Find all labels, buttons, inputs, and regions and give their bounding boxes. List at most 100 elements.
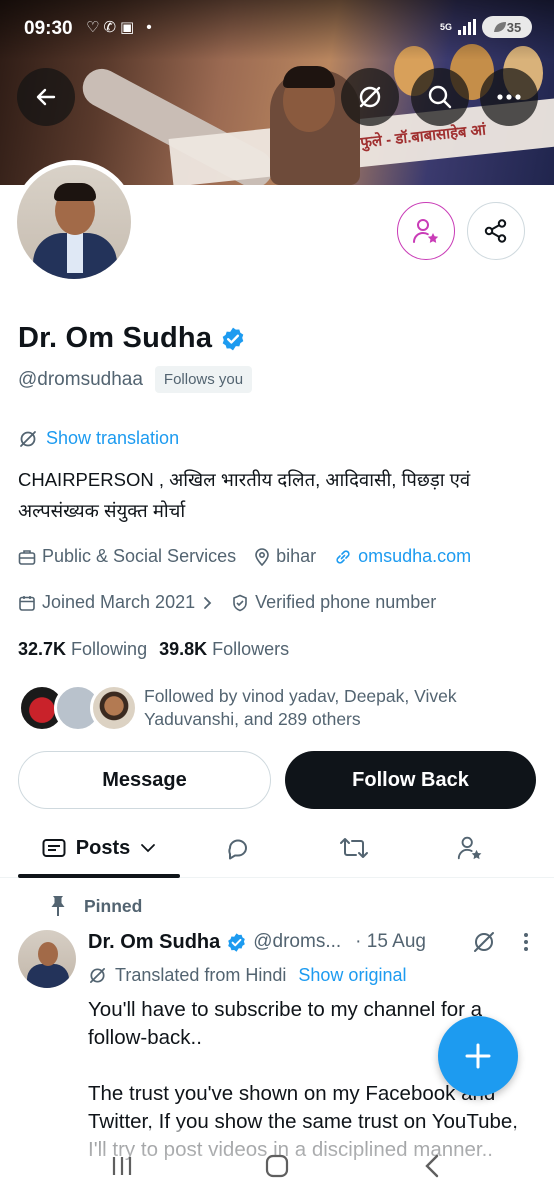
- search-button[interactable]: [411, 68, 469, 126]
- followed-by-text: Followed by vinod yadav, Deepak, Vivek Y…: [144, 686, 457, 729]
- tab-replies[interactable]: [208, 818, 268, 878]
- show-translation-link[interactable]: Show translation: [18, 428, 179, 449]
- grok-icon[interactable]: [472, 930, 496, 954]
- verified-phone-item: Verified phone number: [231, 592, 436, 613]
- system-nav-bar: [0, 1140, 554, 1192]
- profile-avatar[interactable]: [12, 160, 136, 284]
- avatar-suit: [27, 964, 69, 988]
- followers-stat[interactable]: 39.8K Followers: [159, 639, 289, 660]
- avatar-shirt: [67, 233, 83, 273]
- verified-badge-icon: [228, 932, 246, 952]
- status-time: 09:30: [24, 18, 73, 39]
- chevron-left-icon: [425, 1154, 439, 1178]
- show-original-link[interactable]: Show original: [298, 965, 406, 986]
- avatar-face: [38, 942, 58, 966]
- joined-item[interactable]: Joined March 2021: [18, 592, 213, 613]
- post-timestamp[interactable]: · 15 Aug: [355, 931, 426, 953]
- translated-from-text: Translated from Hindi: [115, 965, 287, 985]
- notification-icons: ♡✆▣ •: [86, 19, 156, 36]
- joined-text: Joined March 2021: [42, 592, 196, 612]
- battery-indicator: 35: [482, 16, 532, 38]
- profile-handle: @dromsudhaa: [18, 368, 143, 390]
- chevron-down-icon: [141, 844, 156, 853]
- follower-avatars: [18, 684, 138, 732]
- system-back-button[interactable]: [412, 1148, 452, 1184]
- avatar-image: [17, 165, 131, 279]
- message-button[interactable]: Message: [18, 751, 271, 809]
- compose-plus-icon: [465, 1043, 491, 1069]
- subscribe-icon: [413, 219, 439, 243]
- status-bar: 09:30 ♡✆▣ • 5G 35: [0, 0, 554, 58]
- post-author-handle: @droms...: [253, 931, 342, 952]
- following-stat[interactable]: 32.7K Following: [18, 639, 147, 660]
- home-icon: [265, 1154, 289, 1178]
- share-icon: [484, 219, 507, 243]
- tab-posts[interactable]: Posts: [18, 818, 180, 878]
- profile-handle-row: @dromsudhaa Follows you: [18, 366, 253, 393]
- chevron-right-icon: [204, 596, 212, 609]
- show-translation-label: Show translation: [46, 428, 180, 448]
- tab-reposts[interactable]: [324, 818, 384, 878]
- back-arrow-icon: [36, 88, 56, 106]
- followed-by[interactable]: Followed by vinod yadav, Deepak, Vivek Y…: [18, 684, 524, 732]
- location-icon: [255, 547, 269, 566]
- grok-icon: [359, 86, 381, 108]
- avatar-hair: [54, 183, 96, 201]
- more-icon: [497, 94, 521, 100]
- tab-posts-label: Posts: [75, 836, 131, 859]
- translation-row: Translated from Hindi Show original: [88, 965, 406, 986]
- shield-check-icon: [233, 594, 247, 611]
- location-text: bihar: [276, 546, 317, 566]
- follows-you-badge: Follows you: [154, 366, 253, 393]
- recents-button[interactable]: [102, 1148, 142, 1184]
- following-count: 32.7K: [18, 639, 67, 659]
- website-text: omsudha.com: [358, 546, 472, 566]
- retweet-icon: [340, 838, 368, 858]
- category-item: Public & Social Services: [18, 546, 236, 567]
- search-icon: [428, 85, 452, 109]
- website-link[interactable]: omsudha.com: [334, 546, 471, 567]
- battery-level: 35: [506, 19, 522, 35]
- post-author-avatar[interactable]: [18, 930, 76, 988]
- profile-tabs: Posts: [0, 818, 554, 878]
- profile-name-row: Dr. Om Sudha: [18, 322, 246, 355]
- profile-meta-row-2: Joined March 2021 Verified phone number: [18, 592, 448, 613]
- follower-avatar: [90, 684, 138, 732]
- profile-actions: Message Follow Back: [18, 751, 536, 809]
- follow-stats: 32.7K Following 39.8K Followers: [18, 639, 289, 660]
- more-button[interactable]: [480, 68, 538, 126]
- network-type: 5G: [439, 21, 452, 32]
- recents-icon: [112, 1157, 132, 1175]
- back-button[interactable]: [17, 68, 75, 126]
- subscribe-button[interactable]: [397, 202, 455, 260]
- banner-speaker-hair: [283, 66, 335, 88]
- compose-button[interactable]: [438, 1016, 518, 1096]
- more-vertical-icon[interactable]: [514, 930, 538, 954]
- location-item: bihar: [254, 546, 316, 567]
- grok-icon: [89, 967, 106, 984]
- link-icon: [336, 549, 350, 564]
- signal-icon: [458, 19, 476, 35]
- profile-meta-row-1: Public & Social Services bihar omsudha.c…: [18, 546, 483, 567]
- pinned-label: Pinned: [84, 895, 143, 916]
- profile-bio: CHAIRPERSON , अखिल भारतीय दलित, आदिवासी,…: [18, 469, 471, 521]
- grok-icon: [20, 430, 36, 447]
- briefcase-icon: [18, 549, 36, 565]
- follow-back-button[interactable]: Follow Back: [285, 751, 536, 809]
- active-tab-indicator: [18, 874, 180, 878]
- posts-icon: [42, 839, 66, 857]
- tab-subscriptions[interactable]: [440, 818, 500, 878]
- verified-phone-text: Verified phone number: [255, 592, 437, 612]
- followers-label: Followers: [212, 639, 290, 659]
- followers-count: 39.8K: [159, 639, 208, 659]
- verified-badge-icon[interactable]: [220, 326, 246, 352]
- leaf-icon: [493, 22, 506, 32]
- post-header: Dr. Om Sudha @droms... · 15 Aug: [88, 930, 538, 954]
- following-label: Following: [71, 639, 148, 659]
- home-button[interactable]: [257, 1148, 297, 1184]
- share-button[interactable]: [467, 202, 525, 260]
- pin-icon: [51, 896, 65, 916]
- grok-button[interactable]: [341, 68, 399, 126]
- reply-icon: [228, 839, 247, 860]
- post-author-name[interactable]: Dr. Om Sudha: [88, 931, 220, 954]
